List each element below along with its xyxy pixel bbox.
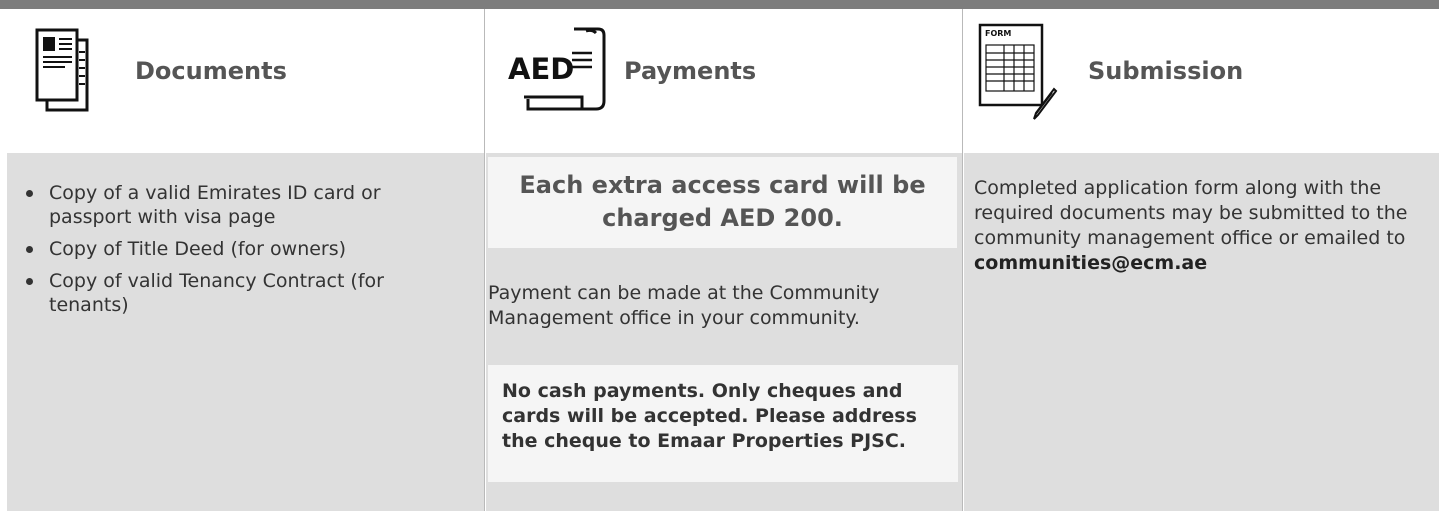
list-item: Copy of a valid Emirates ID card or pass… xyxy=(24,181,464,229)
submission-email-link[interactable]: communities@ecm.ae xyxy=(974,252,1207,274)
bullet-icon xyxy=(26,246,33,253)
requirements-panel: Documents Copy of a valid Emirates ID ca… xyxy=(0,0,1439,511)
documents-list: Copy of a valid Emirates ID card or pass… xyxy=(24,181,464,325)
aed-icon-text: AED xyxy=(508,52,574,86)
list-item-text: Copy of Title Deed (for owners) xyxy=(49,238,347,260)
submission-title: Submission xyxy=(1088,57,1244,85)
list-item: Copy of valid Tenancy Contract (for tena… xyxy=(24,269,464,317)
list-item: Copy of Title Deed (for owners) xyxy=(24,237,464,261)
list-item-text: Copy of a valid Emirates ID card or pass… xyxy=(49,182,381,228)
payments-header: AED Payments xyxy=(486,9,962,153)
bullet-icon xyxy=(26,190,33,197)
submission-instructions: Completed application form along with th… xyxy=(974,177,1408,249)
submission-text: Completed application form along with th… xyxy=(974,176,1434,276)
access-card-fee-callout: Each extra access card will be charged A… xyxy=(488,157,957,248)
payments-column: AED Payments Each extra access card will… xyxy=(486,9,963,511)
payments-body: Each extra access card will be charged A… xyxy=(486,153,962,511)
documents-header: Documents xyxy=(7,9,484,153)
documents-column: Documents Copy of a valid Emirates ID ca… xyxy=(7,9,485,511)
no-cash-note: No cash payments. Only cheques and cards… xyxy=(488,365,958,482)
submission-column: FORM Submission Completed application fo… xyxy=(964,9,1439,511)
documents-title: Documents xyxy=(135,57,287,85)
submission-header: FORM Submission xyxy=(964,9,1439,153)
documents-body: Copy of a valid Emirates ID card or pass… xyxy=(7,153,484,511)
submission-body: Completed application form along with th… xyxy=(964,153,1439,511)
bullet-icon xyxy=(26,278,33,285)
payments-title: Payments xyxy=(624,57,757,85)
payment-location-text: Payment can be made at the Community Man… xyxy=(488,282,880,329)
aed-receipt-icon: AED xyxy=(508,27,606,111)
documents-icon xyxy=(35,28,89,112)
top-bar xyxy=(0,0,1439,9)
list-item-text: Copy of valid Tenancy Contract (for tena… xyxy=(49,270,384,316)
form-icon-text: FORM xyxy=(985,29,1011,38)
form-pencil-icon: FORM xyxy=(978,23,1058,120)
